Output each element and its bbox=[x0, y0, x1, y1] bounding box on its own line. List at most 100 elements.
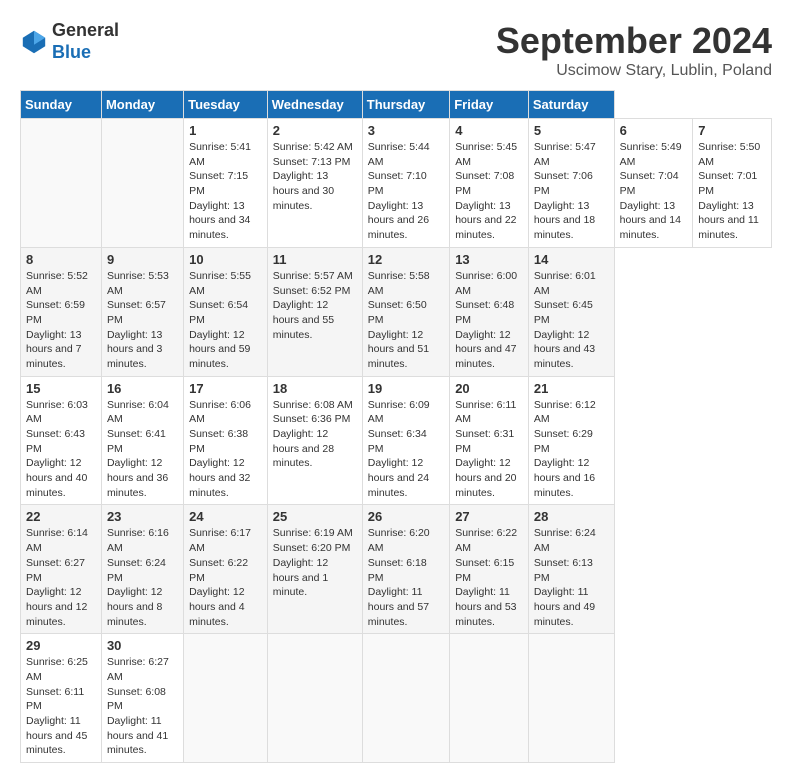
day-info: Sunrise: 6:11 AMSunset: 6:31 PMDaylight:… bbox=[455, 398, 523, 501]
calendar-cell bbox=[21, 119, 102, 248]
calendar-week-row: 22 Sunrise: 6:14 AMSunset: 6:27 PMDayligh… bbox=[21, 505, 772, 634]
calendar-cell: 8 Sunrise: 5:52 AMSunset: 6:59 PMDaylight… bbox=[21, 247, 102, 376]
day-number: 3 bbox=[368, 123, 444, 138]
day-info: Sunrise: 5:42 AMSunset: 7:13 PMDaylight:… bbox=[273, 140, 357, 213]
day-number: 13 bbox=[455, 252, 523, 267]
day-info: Sunrise: 6:24 AMSunset: 6:13 PMDaylight:… bbox=[534, 526, 609, 629]
calendar-cell: 4 Sunrise: 5:45 AMSunset: 7:08 PMDaylight… bbox=[450, 119, 529, 248]
location-subtitle: Uscimow Stary, Lublin, Poland bbox=[496, 62, 772, 80]
calendar-cell: 30 Sunrise: 6:27 AMSunset: 6:08 PMDayligh… bbox=[101, 634, 183, 763]
calendar-week-row: 8 Sunrise: 5:52 AMSunset: 6:59 PMDaylight… bbox=[21, 247, 772, 376]
day-info: Sunrise: 6:22 AMSunset: 6:15 PMDaylight:… bbox=[455, 526, 523, 629]
calendar-cell: 21 Sunrise: 6:12 AMSunset: 6:29 PMDayligh… bbox=[528, 376, 614, 505]
day-info: Sunrise: 6:19 AMSunset: 6:20 PMDaylight:… bbox=[273, 526, 357, 599]
day-info: Sunrise: 6:14 AMSunset: 6:27 PMDaylight:… bbox=[26, 526, 96, 629]
calendar-cell: 11 Sunrise: 5:57 AMSunset: 6:52 PMDayligh… bbox=[267, 247, 362, 376]
day-info: Sunrise: 5:52 AMSunset: 6:59 PMDaylight:… bbox=[26, 269, 96, 372]
calendar-cell bbox=[528, 634, 614, 763]
day-info: Sunrise: 5:55 AMSunset: 6:54 PMDaylight:… bbox=[189, 269, 262, 372]
day-number: 16 bbox=[107, 381, 178, 396]
day-number: 1 bbox=[189, 123, 262, 138]
calendar-cell: 19 Sunrise: 6:09 AMSunset: 6:34 PMDayligh… bbox=[362, 376, 449, 505]
day-info: Sunrise: 5:44 AMSunset: 7:10 PMDaylight:… bbox=[368, 140, 444, 243]
calendar-cell: 6Sunrise: 5:49 AMSunset: 7:04 PMDaylight… bbox=[614, 119, 693, 248]
calendar-table: SundayMondayTuesdayWednesdayThursdayFrid… bbox=[20, 90, 772, 763]
day-info: Sunrise: 6:09 AMSunset: 6:34 PMDaylight:… bbox=[368, 398, 444, 501]
calendar-cell: 12 Sunrise: 5:58 AMSunset: 6:50 PMDayligh… bbox=[362, 247, 449, 376]
day-info: Sunrise: 5:50 AMSunset: 7:01 PMDaylight:… bbox=[698, 140, 766, 243]
day-number: 22 bbox=[26, 509, 96, 524]
day-number: 19 bbox=[368, 381, 444, 396]
calendar-cell bbox=[450, 634, 529, 763]
day-info: Sunrise: 6:25 AMSunset: 6:11 PMDaylight:… bbox=[26, 655, 96, 758]
day-number: 26 bbox=[368, 509, 444, 524]
col-header-monday: Monday bbox=[101, 91, 183, 119]
col-header-sunday: Sunday bbox=[21, 91, 102, 119]
day-number: 20 bbox=[455, 381, 523, 396]
calendar-cell: 14Sunrise: 6:01 AMSunset: 6:45 PMDayligh… bbox=[528, 247, 614, 376]
day-number: 27 bbox=[455, 509, 523, 524]
day-number: 8 bbox=[26, 252, 96, 267]
day-number: 11 bbox=[273, 252, 357, 267]
calendar-cell: 17 Sunrise: 6:06 AMSunset: 6:38 PMDayligh… bbox=[184, 376, 268, 505]
day-info: Sunrise: 5:41 AMSunset: 7:15 PMDaylight:… bbox=[189, 140, 262, 243]
day-number: 2 bbox=[273, 123, 357, 138]
day-number: 7 bbox=[698, 123, 766, 138]
month-title: September 2024 bbox=[496, 20, 772, 62]
day-number: 6 bbox=[620, 123, 688, 138]
day-number: 5 bbox=[534, 123, 609, 138]
day-number: 10 bbox=[189, 252, 262, 267]
day-number: 12 bbox=[368, 252, 444, 267]
calendar-week-row: 29 Sunrise: 6:25 AMSunset: 6:11 PMDayligh… bbox=[21, 634, 772, 763]
day-info: Sunrise: 5:45 AMSunset: 7:08 PMDaylight:… bbox=[455, 140, 523, 243]
logo: General Blue bbox=[20, 20, 119, 63]
day-number: 25 bbox=[273, 509, 357, 524]
calendar-cell: 26 Sunrise: 6:20 AMSunset: 6:18 PMDayligh… bbox=[362, 505, 449, 634]
logo-text: General Blue bbox=[52, 20, 119, 63]
title-block: September 2024 Uscimow Stary, Lublin, Po… bbox=[496, 20, 772, 80]
day-info: Sunrise: 6:27 AMSunset: 6:08 PMDaylight:… bbox=[107, 655, 178, 758]
day-info: Sunrise: 6:08 AMSunset: 6:36 PMDaylight:… bbox=[273, 398, 357, 471]
calendar-week-row: 15Sunrise: 6:03 AMSunset: 6:43 PMDayligh… bbox=[21, 376, 772, 505]
calendar-cell: 16 Sunrise: 6:04 AMSunset: 6:41 PMDayligh… bbox=[101, 376, 183, 505]
day-number: 4 bbox=[455, 123, 523, 138]
calendar-week-row: 1 Sunrise: 5:41 AMSunset: 7:15 PMDaylight… bbox=[21, 119, 772, 248]
day-number: 24 bbox=[189, 509, 262, 524]
day-number: 23 bbox=[107, 509, 178, 524]
calendar-cell: 5 Sunrise: 5:47 AMSunset: 7:06 PMDaylight… bbox=[528, 119, 614, 248]
day-info: Sunrise: 6:20 AMSunset: 6:18 PMDaylight:… bbox=[368, 526, 444, 629]
page-header: General Blue September 2024 Uscimow Star… bbox=[20, 20, 772, 80]
calendar-cell: 29 Sunrise: 6:25 AMSunset: 6:11 PMDayligh… bbox=[21, 634, 102, 763]
day-info: Sunrise: 6:12 AMSunset: 6:29 PMDaylight:… bbox=[534, 398, 609, 501]
day-number: 30 bbox=[107, 638, 178, 653]
calendar-cell bbox=[362, 634, 449, 763]
calendar-cell: 22 Sunrise: 6:14 AMSunset: 6:27 PMDayligh… bbox=[21, 505, 102, 634]
day-info: Sunrise: 5:53 AMSunset: 6:57 PMDaylight:… bbox=[107, 269, 178, 372]
col-header-wednesday: Wednesday bbox=[267, 91, 362, 119]
logo-icon bbox=[20, 28, 48, 56]
day-info: Sunrise: 6:06 AMSunset: 6:38 PMDaylight:… bbox=[189, 398, 262, 501]
calendar-cell bbox=[184, 634, 268, 763]
day-info: Sunrise: 6:00 AMSunset: 6:48 PMDaylight:… bbox=[455, 269, 523, 372]
day-number: 15 bbox=[26, 381, 96, 396]
col-header-thursday: Thursday bbox=[362, 91, 449, 119]
calendar-cell: 27 Sunrise: 6:22 AMSunset: 6:15 PMDayligh… bbox=[450, 505, 529, 634]
day-info: Sunrise: 5:57 AMSunset: 6:52 PMDaylight:… bbox=[273, 269, 357, 342]
day-info: Sunrise: 5:47 AMSunset: 7:06 PMDaylight:… bbox=[534, 140, 609, 243]
calendar-cell: 15Sunrise: 6:03 AMSunset: 6:43 PMDayligh… bbox=[21, 376, 102, 505]
calendar-cell: 2 Sunrise: 5:42 AMSunset: 7:13 PMDaylight… bbox=[267, 119, 362, 248]
calendar-cell: 28 Sunrise: 6:24 AMSunset: 6:13 PMDayligh… bbox=[528, 505, 614, 634]
day-number: 29 bbox=[26, 638, 96, 653]
calendar-cell bbox=[267, 634, 362, 763]
calendar-cell: 1 Sunrise: 5:41 AMSunset: 7:15 PMDaylight… bbox=[184, 119, 268, 248]
calendar-cell: 23Sunrise: 6:16 AMSunset: 6:24 PMDayligh… bbox=[101, 505, 183, 634]
calendar-cell: 24Sunrise: 6:17 AMSunset: 6:22 PMDayligh… bbox=[184, 505, 268, 634]
day-number: 9 bbox=[107, 252, 178, 267]
col-header-friday: Friday bbox=[450, 91, 529, 119]
day-number: 28 bbox=[534, 509, 609, 524]
day-info: Sunrise: 6:04 AMSunset: 6:41 PMDaylight:… bbox=[107, 398, 178, 501]
day-info: Sunrise: 5:58 AMSunset: 6:50 PMDaylight:… bbox=[368, 269, 444, 372]
day-number: 14 bbox=[534, 252, 609, 267]
day-number: 21 bbox=[534, 381, 609, 396]
day-number: 17 bbox=[189, 381, 262, 396]
